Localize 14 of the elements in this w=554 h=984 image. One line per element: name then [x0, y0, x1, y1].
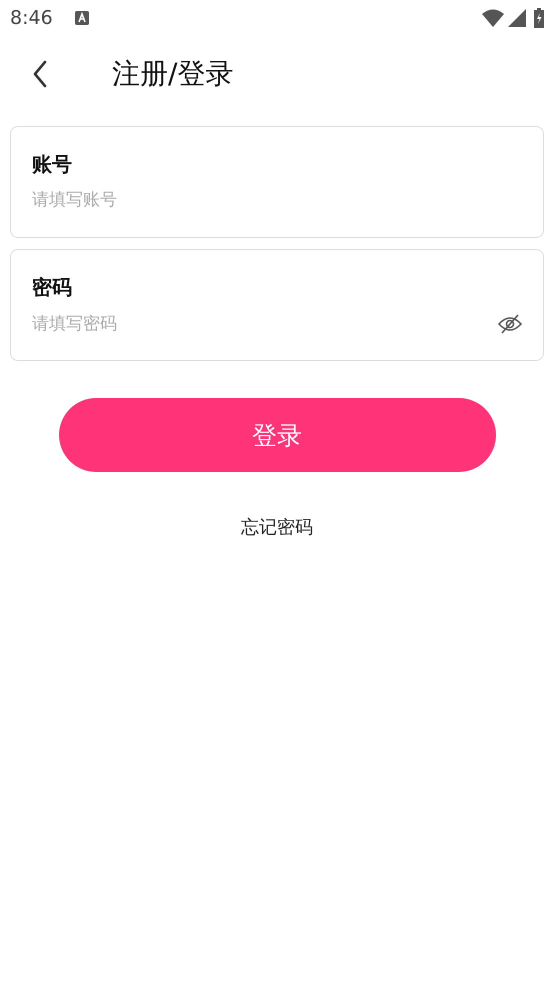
field-label: 账号: [32, 151, 72, 178]
back-icon[interactable]: [32, 60, 48, 88]
input-field[interactable]: 请填写账号: [32, 190, 523, 210]
forgot-password-link[interactable]: 忘记密码: [241, 515, 313, 539]
wifi-icon: [482, 9, 504, 27]
notification-icon: [74, 11, 89, 25]
input-field[interactable]: 请填写密码: [32, 314, 489, 334]
field-label: 密码: [32, 274, 72, 301]
battery-icon: [534, 8, 544, 28]
signal-icon: [508, 9, 526, 27]
page-title: 注册/登录: [112, 56, 234, 92]
login-button[interactable]: 登录: [58, 398, 496, 472]
status-time: 8:46: [10, 7, 53, 29]
hidden-eye-icon[interactable]: [497, 313, 523, 335]
